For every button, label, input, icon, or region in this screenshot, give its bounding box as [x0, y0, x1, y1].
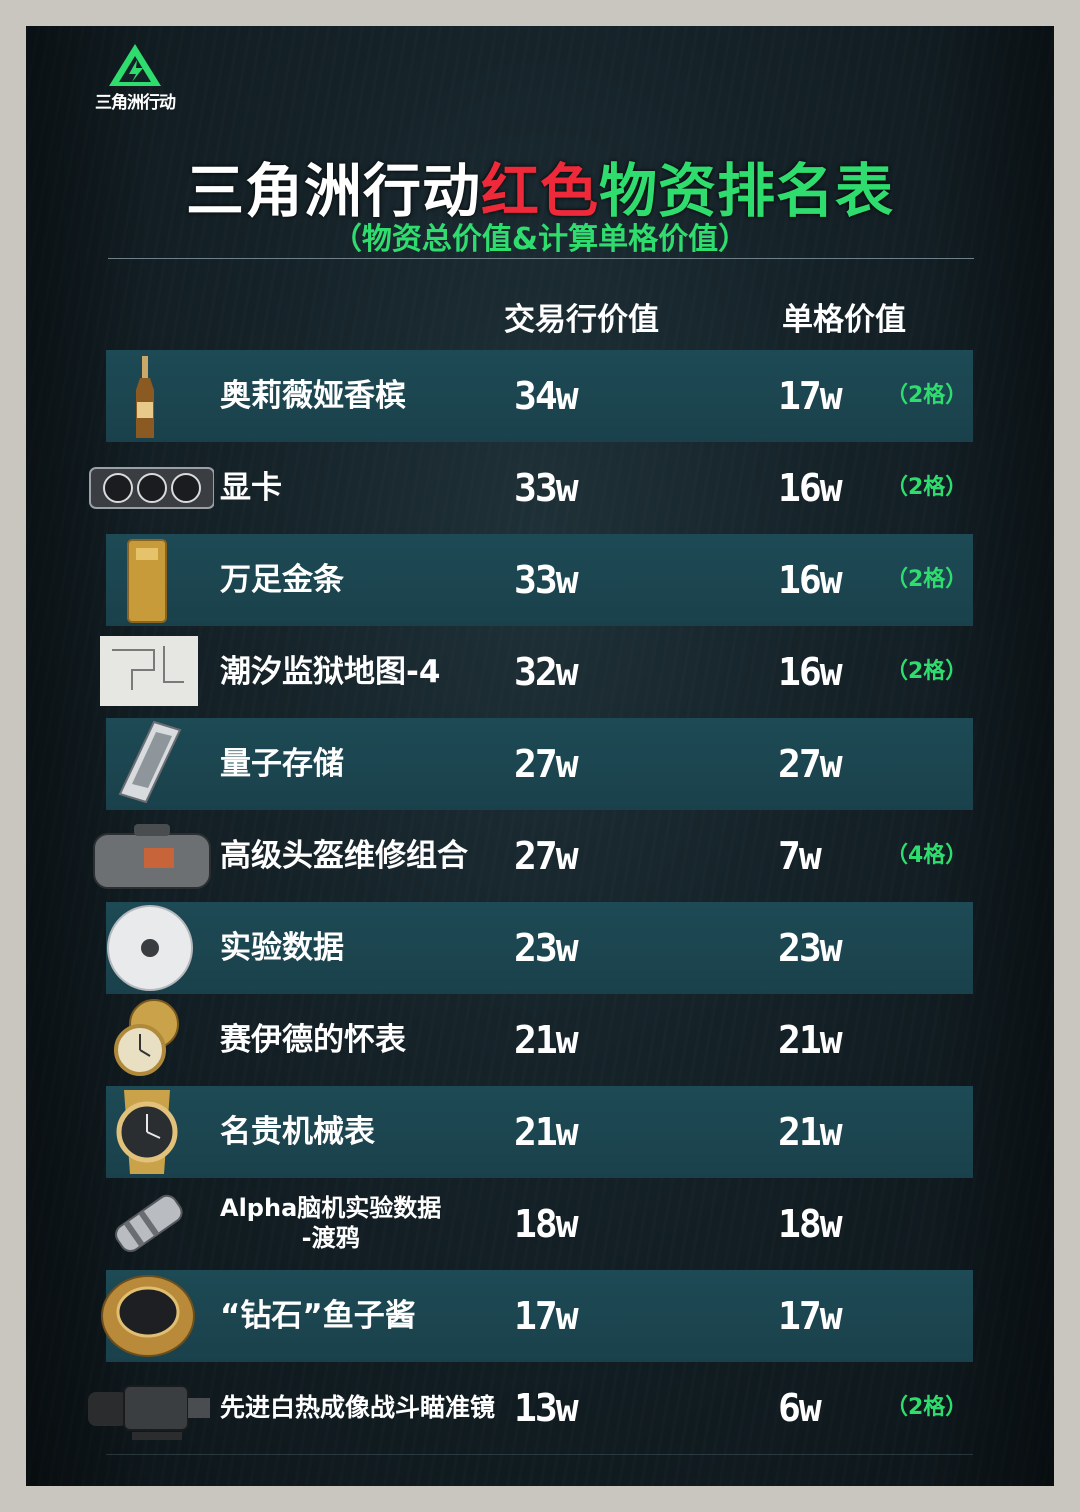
- item-price: 21w: [514, 1018, 579, 1062]
- item-slots: （4格）: [886, 843, 968, 868]
- table-row: 名贵机械表 21w 21w: [106, 1086, 973, 1178]
- title-divider: [108, 258, 974, 259]
- item-unit-value: 21w: [778, 1110, 843, 1154]
- item-unit-value: 16w: [778, 466, 843, 510]
- item-name: 万足金条: [220, 562, 344, 598]
- game-logo: 三角洲行动: [80, 42, 190, 113]
- item-price: 27w: [514, 742, 579, 786]
- table-row: 高级头盔维修组合 27w 7w （4格）: [93, 810, 973, 903]
- prison-map-icon: [84, 626, 214, 718]
- item-unit-value: 27w: [778, 742, 843, 786]
- item-name: Alpha脑机实验数据 -渡鸦: [220, 1193, 441, 1253]
- item-unit-value: 23w: [778, 926, 843, 970]
- item-unit-value: 7w: [778, 834, 822, 878]
- gold-bar-icon: [84, 534, 214, 626]
- item-name: 实验数据: [220, 930, 344, 966]
- table-row: 先进白热成像战斗瞄准镜 13w 6w （2格）: [88, 1362, 973, 1455]
- data-capsule-icon: [84, 1178, 214, 1270]
- item-name: 名贵机械表: [220, 1114, 375, 1150]
- item-slots: （2格）: [886, 475, 968, 500]
- delta-logo-icon: [109, 44, 161, 86]
- caviar-tin-icon: [84, 1270, 214, 1362]
- item-unit-value: 17w: [778, 1294, 843, 1338]
- item-price: 34w: [514, 374, 579, 418]
- item-price: 27w: [514, 834, 579, 878]
- table-row: 万足金条 33w 16w （2格）: [106, 534, 973, 626]
- item-price: 21w: [514, 1110, 579, 1154]
- item-unit-value: 17w: [778, 374, 843, 418]
- table-row: “钻石”鱼子酱 17w 17w: [101, 1270, 973, 1362]
- wristwatch-icon: [84, 1086, 214, 1178]
- logo-text: 三角洲行动: [95, 93, 176, 113]
- item-name: 显卡: [220, 470, 282, 506]
- poster-frame: 三角洲行动 三角洲行动红色物资排名表 （物资总价值&计算单格价值） 交易行价值 …: [26, 26, 1054, 1486]
- item-name: “钻石”鱼子酱: [220, 1298, 416, 1334]
- item-unit-value: 6w: [778, 1386, 822, 1430]
- table-row: 量子存储 27w 27w: [106, 718, 973, 810]
- table-row: 实验数据 23w 23w: [106, 902, 973, 994]
- item-slots: （2格）: [886, 1395, 968, 1420]
- item-unit-value: 21w: [778, 1018, 843, 1062]
- item-name: 量子存储: [220, 746, 344, 782]
- table-row: 奥莉薇娅香槟 34w 17w （2格）: [106, 350, 973, 442]
- item-slots: （2格）: [886, 383, 968, 408]
- item-unit-value: 16w: [778, 558, 843, 602]
- item-unit-value: 16w: [778, 650, 843, 694]
- item-name: 赛伊德的怀表: [220, 1022, 406, 1058]
- item-name: 潮汐监狱地图-4: [220, 654, 441, 690]
- item-price: 18w: [514, 1202, 579, 1246]
- item-price: 23w: [514, 926, 579, 970]
- column-header-price: 交易行价值: [504, 302, 659, 338]
- thermal-scope-icon: [84, 1362, 214, 1454]
- item-price: 33w: [514, 466, 579, 510]
- page-subtitle: （物资总价值&计算单格价值）: [331, 222, 749, 257]
- item-name-line2: -渡鸦: [301, 1224, 360, 1252]
- item-slots: （2格）: [886, 567, 968, 592]
- item-price: 13w: [514, 1386, 579, 1430]
- table-row: Alpha脑机实验数据 -渡鸦 18w 18w: [106, 1178, 973, 1271]
- item-name: 先进白热成像战斗瞄准镜: [220, 1393, 496, 1422]
- item-price: 17w: [514, 1294, 579, 1338]
- item-name: 高级头盔维修组合: [220, 838, 468, 874]
- item-price: 32w: [514, 650, 579, 694]
- graphics-card-icon: [84, 442, 215, 534]
- repair-bag-icon: [84, 810, 214, 902]
- column-header-unit: 单格价值: [782, 302, 906, 338]
- pocket-watch-icon: [84, 994, 214, 1086]
- table-row: 赛伊德的怀表 21w 21w: [106, 994, 973, 1087]
- disc-icon: [84, 902, 214, 994]
- item-name: 奥莉薇娅香槟: [220, 378, 406, 414]
- table-row: 潮汐监狱地图-4 32w 16w （2格）: [100, 626, 973, 719]
- table-row: 显卡 33w 16w （2格）: [89, 442, 973, 535]
- quantum-storage-icon: [84, 718, 214, 810]
- item-unit-value: 18w: [778, 1202, 843, 1246]
- item-price: 33w: [514, 558, 579, 602]
- item-slots: （2格）: [886, 659, 968, 684]
- item-name-line1: Alpha脑机实验数据: [220, 1194, 442, 1222]
- champagne-bottle-icon: [84, 350, 214, 442]
